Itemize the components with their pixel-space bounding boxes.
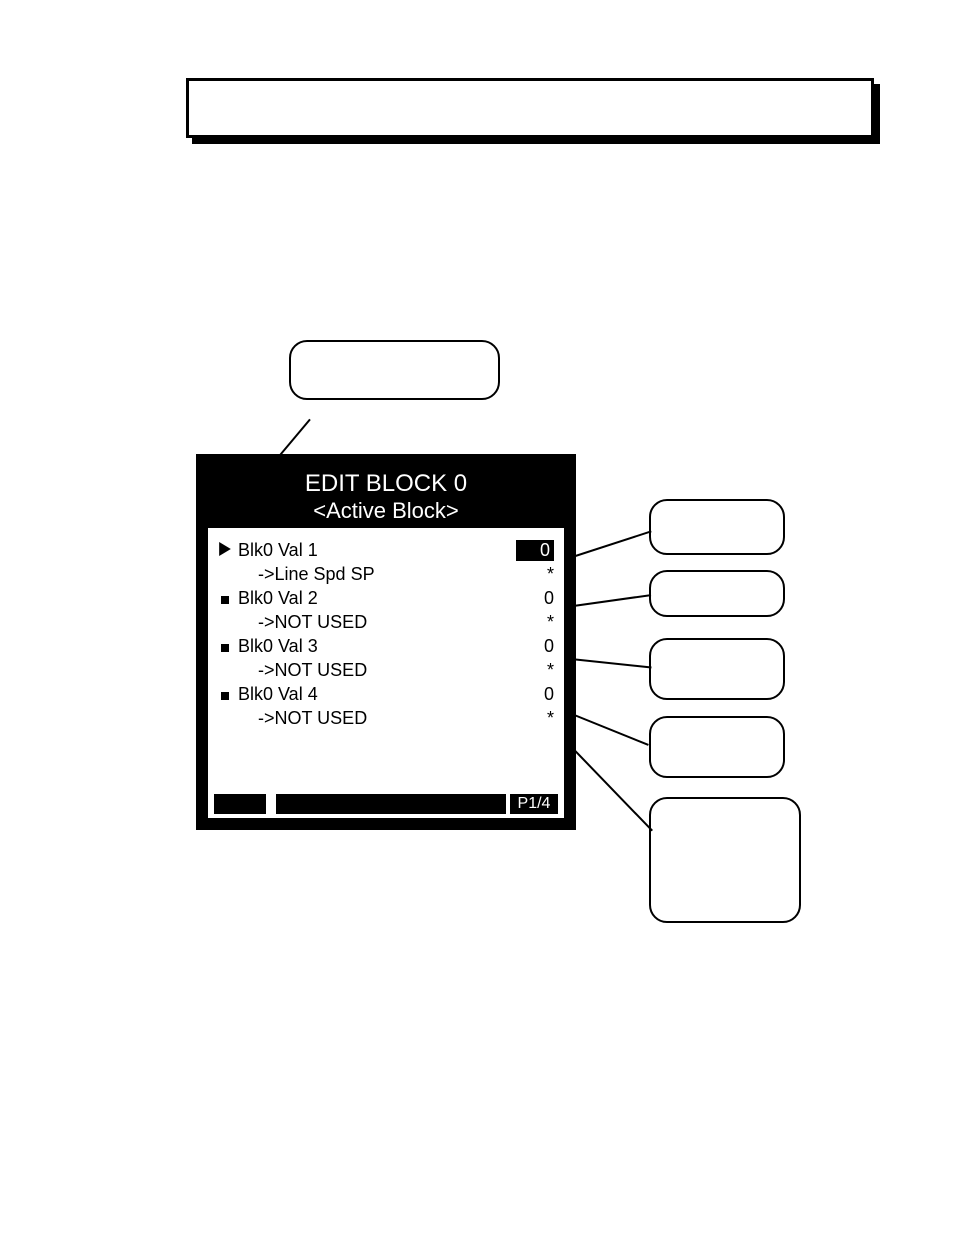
footer-block-1 <box>214 794 266 814</box>
bullet-icon <box>218 684 232 705</box>
row-asterisk: * <box>524 612 554 633</box>
list-item[interactable]: Blk0 Val 3 0 <box>218 634 554 658</box>
cursor-arrow-icon <box>218 540 232 561</box>
row-sublabel: ->NOT USED <box>258 612 524 633</box>
row-sublabel: ->NOT USED <box>258 660 524 681</box>
screen-title: EDIT BLOCK 0 <box>208 466 564 498</box>
row-asterisk: * <box>524 708 554 729</box>
row-list: Blk0 Val 1 0 ->Line Spd SP * Blk0 Val 2 … <box>208 528 564 730</box>
bullet-icon <box>218 636 232 657</box>
row-label: Blk0 Val 3 <box>238 636 524 657</box>
device-screen: EDIT BLOCK 0 <Active Block> Blk0 Val 1 0… <box>196 454 576 830</box>
list-item-sub: ->Line Spd SP * <box>218 562 554 586</box>
list-item-sub: ->NOT USED * <box>218 706 554 730</box>
screen-header: EDIT BLOCK 0 <Active Block> <box>208 466 564 528</box>
row-value[interactable]: 0 <box>524 636 554 657</box>
row-sublabel: ->NOT USED <box>258 708 524 729</box>
row-value[interactable]: 0 <box>516 540 554 561</box>
screen-subtitle: <Active Block> <box>208 498 564 528</box>
list-item[interactable]: Blk0 Val 2 0 <box>218 586 554 610</box>
list-item[interactable]: Blk0 Val 1 0 <box>218 538 554 562</box>
screen-footer: P1/4 <box>208 794 564 818</box>
row-asterisk: * <box>524 564 554 585</box>
list-item-sub: ->NOT USED * <box>218 610 554 634</box>
row-value[interactable]: 0 <box>524 588 554 609</box>
callout-r1 <box>649 499 785 555</box>
callout-top <box>289 340 500 400</box>
row-asterisk: * <box>524 660 554 681</box>
callout-r5 <box>649 797 801 923</box>
list-item[interactable]: Blk0 Val 4 0 <box>218 682 554 706</box>
row-value[interactable]: 0 <box>524 684 554 705</box>
row-sublabel: ->Line Spd SP <box>258 564 524 585</box>
row-label: Blk0 Val 4 <box>238 684 524 705</box>
callout-r2 <box>649 570 785 617</box>
row-label: Blk0 Val 2 <box>238 588 524 609</box>
title-box <box>186 78 874 138</box>
page-indicator: P1/4 <box>510 794 558 814</box>
callout-r3 <box>649 638 785 700</box>
bullet-icon <box>218 588 232 609</box>
footer-block-2 <box>276 794 506 814</box>
list-item-sub: ->NOT USED * <box>218 658 554 682</box>
callout-r4 <box>649 716 785 778</box>
row-label: Blk0 Val 1 <box>238 540 516 561</box>
